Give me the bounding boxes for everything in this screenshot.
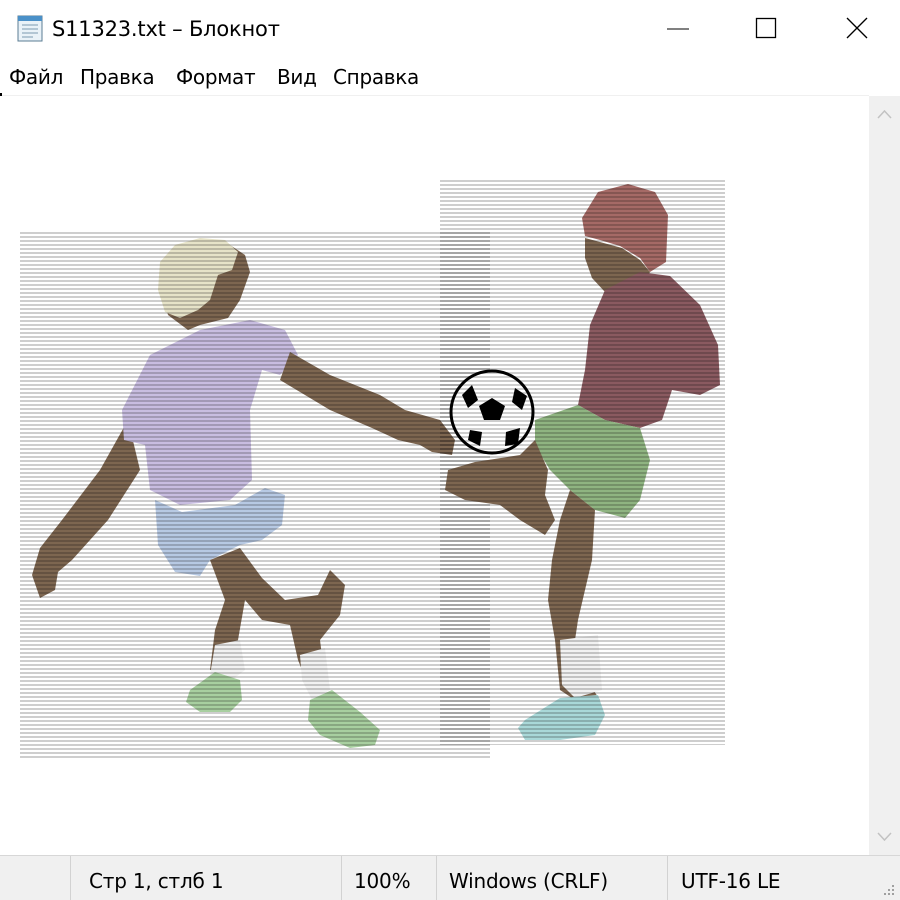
menu-bar: Файл Правка Формат Вид Справка [0, 58, 900, 94]
ascii-art-image [20, 180, 725, 760]
menu-edit[interactable]: Правка [80, 64, 155, 90]
encoding-text: UTF-16 LE [681, 869, 781, 893]
resize-grip-icon[interactable] [882, 882, 896, 896]
status-line-endings: Windows (CRLF) [436, 856, 668, 900]
maximize-icon [755, 17, 777, 39]
status-zoom: 100% [341, 856, 437, 900]
scroll-down-arrow-icon[interactable] [869, 819, 900, 855]
minimize-button[interactable] [632, 0, 724, 56]
cursor-position-text: Стр 1, стлб 1 [89, 869, 224, 893]
close-icon [846, 17, 868, 39]
text-editor[interactable] [0, 96, 869, 855]
vertical-scrollbar[interactable] [869, 96, 900, 855]
title-bar[interactable]: S11323.txt – Блокнот [0, 0, 900, 56]
menu-format[interactable]: Формат [176, 64, 256, 90]
line-endings-text: Windows (CRLF) [449, 869, 608, 893]
scroll-up-arrow-icon[interactable] [869, 96, 900, 132]
right-player [440, 180, 725, 745]
status-bar: Стр 1, стлб 1 100% Windows (CRLF) UTF-16… [0, 855, 900, 900]
minimize-icon [667, 28, 689, 30]
maximize-button[interactable] [719, 0, 811, 56]
notepad-icon [15, 13, 45, 43]
window-title: S11323.txt – Блокнот [52, 17, 280, 41]
left-player [20, 230, 490, 760]
status-cursor-position: Стр 1, стлб 1 [70, 856, 342, 900]
menu-view[interactable]: Вид [277, 64, 317, 90]
menu-file[interactable]: Файл [9, 64, 63, 90]
zoom-text: 100% [354, 869, 411, 893]
close-button[interactable] [810, 0, 900, 56]
menu-help[interactable]: Справка [333, 64, 419, 90]
status-encoding: UTF-16 LE [667, 856, 900, 900]
